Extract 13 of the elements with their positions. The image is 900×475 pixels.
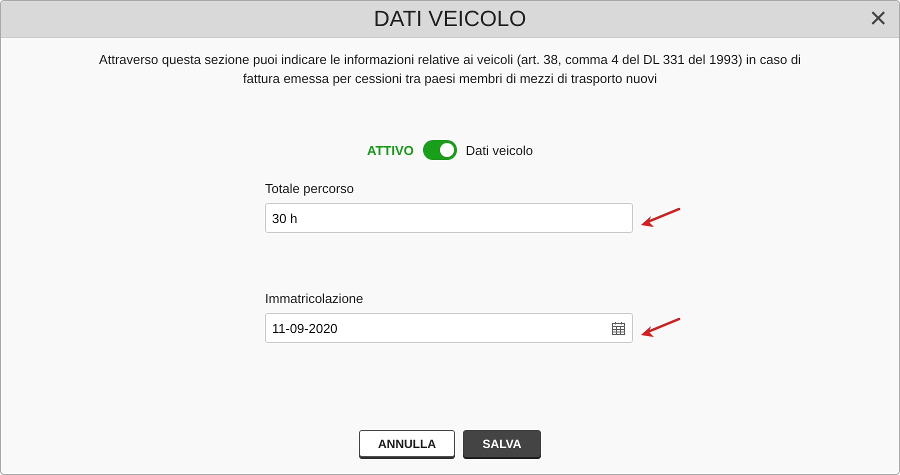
toggle-switch[interactable] — [422, 140, 457, 160]
toggle-label: Dati veicolo — [466, 142, 533, 158]
field-label: Immatricolazione — [265, 291, 364, 306]
cancel-button[interactable]: ANNULLA — [359, 430, 455, 457]
calendar-icon[interactable] — [611, 320, 626, 336]
status-label: ATTIVO — [367, 142, 414, 158]
close-button[interactable]: × — [869, 4, 887, 34]
date-field[interactable]: 11-09-2020 — [265, 313, 633, 343]
description-text: Attraverso questa sezione puoi indicare le informazioni relative ai veicoli (art. 38, comma 4 del DL 331 del 1993) in caso di fattura emessa per cessioni tra paesi membri di mezzi di trasporto nuovi — [98, 51, 802, 88]
field-label: Totale percorso — [265, 181, 354, 196]
input-field[interactable]: 30 h — [265, 203, 633, 233]
save-button[interactable]: SALVA — [463, 430, 541, 457]
window-title: DATI VEICOLO — [374, 6, 526, 32]
